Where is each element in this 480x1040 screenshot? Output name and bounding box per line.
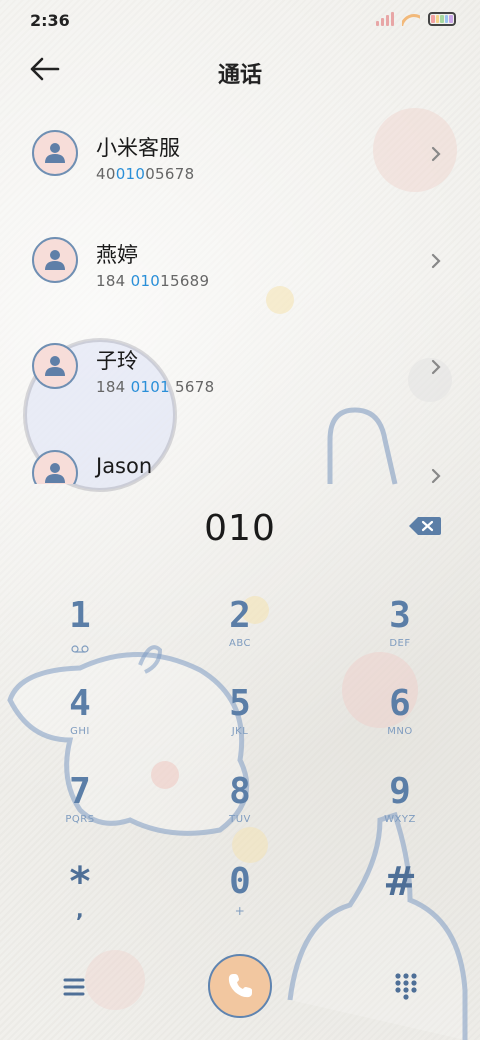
battery-icon: [428, 12, 456, 26]
dialpad-icon[interactable]: [394, 972, 418, 1000]
key-0[interactable]: 0 +: [180, 860, 300, 936]
person-icon: [45, 250, 65, 270]
contact-name: Jason: [96, 454, 153, 478]
chevron-right-icon: [431, 359, 441, 375]
page-title: 通话: [217, 63, 262, 88]
chevron-right-icon: [431, 146, 441, 162]
contact-item[interactable]: 燕婷 184 01015689: [0, 211, 480, 301]
key-hash[interactable]: #: [340, 860, 460, 936]
contact-name: 燕婷: [96, 243, 138, 267]
phone-icon: [228, 974, 252, 998]
contact-number: 184 0101 5678: [96, 378, 215, 396]
person-icon: [45, 356, 65, 376]
contact-item[interactable]: 小米客服 4001005678: [0, 104, 480, 194]
status-time: 2:36: [30, 11, 70, 30]
voicemail-icon: [71, 645, 89, 653]
contact-name: 小米客服: [96, 136, 180, 160]
contact-list: 小米客服 4001005678 燕婷 184 01015689 子玲 184 0…: [0, 104, 480, 484]
contact-item[interactable]: 子玲 184 0101 5678: [0, 317, 480, 407]
call-button[interactable]: [208, 954, 272, 1018]
key-9[interactable]: 9 WXYZ: [340, 770, 460, 846]
avatar: [32, 450, 78, 484]
contact-number: 4001005678: [96, 165, 195, 183]
person-icon: [45, 463, 65, 483]
contact-item[interactable]: Jason: [0, 424, 480, 484]
header: 通话: [0, 48, 480, 92]
chevron-right-icon: [431, 468, 441, 484]
dialer: 010 1 2 ABC 3 DEF 4 GHI 5 JKL 6 MNO 7 PQ…: [0, 484, 480, 1040]
wifi-icon: [402, 12, 420, 26]
signal-icon: [376, 12, 394, 26]
key-8[interactable]: 8 TUV: [180, 770, 300, 846]
status-icons: [376, 12, 456, 26]
bottom-bar: [0, 950, 480, 1030]
key-4[interactable]: 4 GHI: [20, 682, 140, 758]
contact-name: 子玲: [96, 349, 138, 373]
key-3[interactable]: 3 DEF: [340, 594, 460, 670]
person-icon: [45, 143, 65, 163]
menu-icon[interactable]: [62, 976, 86, 998]
key-star[interactable]: * ,: [20, 860, 140, 936]
key-1[interactable]: 1: [20, 594, 140, 670]
backspace-icon[interactable]: [408, 515, 442, 537]
key-7[interactable]: 7 PQRS: [20, 770, 140, 846]
key-6[interactable]: 6 MNO: [340, 682, 460, 758]
contact-number: 184 01015689: [96, 272, 210, 290]
avatar: [32, 130, 78, 176]
status-bar: 2:36: [0, 0, 480, 40]
avatar: [32, 343, 78, 389]
chevron-right-icon: [431, 253, 441, 269]
key-2[interactable]: 2 ABC: [180, 594, 300, 670]
avatar: [32, 237, 78, 283]
key-5[interactable]: 5 JKL: [180, 682, 300, 758]
